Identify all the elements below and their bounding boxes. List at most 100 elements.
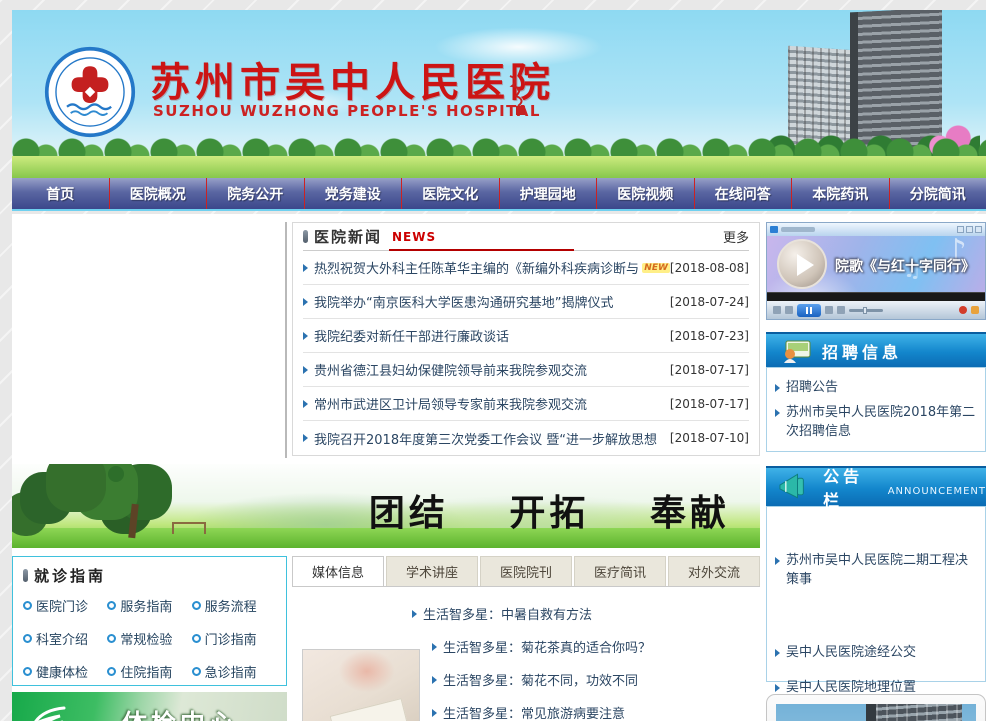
checkup-center-title: 体检中心 — [122, 704, 238, 721]
photo-slideshow-placeholder[interactable] — [12, 222, 287, 458]
bullet-arrow-icon — [775, 384, 780, 392]
player-status-strip — [767, 292, 985, 301]
recruitment-list: 招聘公告 苏州市吴中人民医院2018年第二次招聘信息 — [766, 367, 986, 452]
tab-bar: 媒体信息 学术讲座 医院院刊 医疗简讯 对外交流 — [292, 556, 760, 587]
playlist-icon[interactable] — [837, 306, 845, 314]
close-icon[interactable] — [975, 226, 982, 233]
news-item-row[interactable]: 我院举办“南京医科大学医患沟通研究基地”揭牌仪式 [2018-07-24] — [303, 285, 749, 319]
ring-bullet-icon — [23, 667, 32, 676]
news-more-link[interactable]: 更多 — [723, 227, 749, 246]
news-item-row[interactable]: 常州市武进区卫计局领导专家前来我院参观交流 [2018-07-17] — [303, 387, 749, 421]
news-item-title[interactable]: 贵州省德江县妇幼保健院领导前来我院参观交流 — [314, 360, 587, 379]
maximize-icon[interactable] — [966, 226, 973, 233]
guide-link-emergency-guide[interactable]: 急诊指南 — [192, 662, 276, 681]
site-header: 苏州市吴中人民医院 SUZHOU WUZHONG PEOPLE'S HOSPIT… — [12, 10, 986, 178]
play-triangle-icon — [797, 254, 814, 276]
news-item-title[interactable]: 我院纪委对新任干部进行廉政谈话 — [314, 326, 509, 345]
tab-medical-briefs[interactable]: 医疗简讯 — [574, 556, 666, 586]
recruitment-link[interactable]: 苏州市吴中人民医院2018年第二次招聘信息 — [775, 403, 977, 441]
previous-icon[interactable] — [785, 306, 793, 314]
nav-item-qa[interactable]: 在线问答 — [695, 178, 793, 209]
newspaper-graphic — [330, 698, 419, 721]
news-item-date: [2018-07-23] — [670, 329, 749, 343]
bullet-arrow-icon — [303, 400, 308, 408]
nav-item-nursing[interactable]: 护理园地 — [500, 178, 598, 209]
nav-item-videos[interactable]: 医院视频 — [597, 178, 695, 209]
announcement-link[interactable]: 吴中人民医院途经公交 — [775, 643, 977, 662]
page-background: 苏州市吴中人民医院 SUZHOU WUZHONG PEOPLE'S HOSPIT… — [0, 0, 986, 721]
news-item-date: [2018-07-17] — [670, 397, 749, 411]
news-item-date: [2018-07-10] — [670, 431, 749, 445]
minimize-icon[interactable] — [957, 226, 964, 233]
tab-media-info[interactable]: 媒体信息 — [292, 556, 384, 586]
news-item-title[interactable]: 我院举办“南京医科大学医患沟通研究基地”揭牌仪式 — [314, 292, 613, 311]
nav-item-party-building[interactable]: 党务建设 — [305, 178, 403, 209]
bottom-left-column: 就诊指南 医院门诊 服务指南 服务流程 科室介绍 常规检验 门诊指南 健康体检 … — [12, 556, 287, 721]
volume-slider[interactable] — [849, 309, 883, 312]
right-sidebar: ♪ ♫ 院歌《与红十字同行》 — [766, 222, 986, 721]
next-icon[interactable] — [825, 306, 833, 314]
slogan-text: 团结 开拓 奉献 — [12, 484, 730, 536]
article-link[interactable]: 生活智多星：中暑自救有方法 — [412, 597, 760, 630]
guide-link-inpatient-guide[interactable]: 住院指南 — [107, 662, 191, 681]
announcement-link[interactable]: 苏州市吴中人民医院二期工程决策事 — [775, 551, 977, 589]
bullet-arrow-icon — [412, 610, 417, 618]
news-item-date: [2018-07-24] — [670, 295, 749, 309]
hospital-intro-card[interactable]: 医院简介 — [766, 694, 986, 721]
capsule-bullet-icon — [303, 230, 308, 243]
settings-icon[interactable] — [971, 306, 979, 314]
tab-academic-lectures[interactable]: 学术讲座 — [386, 556, 478, 586]
volume-handle[interactable] — [863, 307, 867, 314]
tab-article-list: 生活智多星：中暑自救有方法 生活智多星：菊花茶真的适合你吗？ 生活智多星：菊花不… — [432, 597, 760, 721]
nav-item-branch-news[interactable]: 分院简讯 — [890, 178, 986, 209]
news-item-row[interactable]: 热烈祝贺大外科主任陈革华主编的《新编外科疾病诊断与治 NEW [2018-08-… — [303, 251, 749, 285]
guide-link-departments[interactable]: 科室介绍 — [23, 629, 107, 648]
nav-item-pharmacy-news[interactable]: 本院药讯 — [792, 178, 890, 209]
recruitment-link[interactable]: 招聘公告 — [775, 378, 977, 397]
bullet-arrow-icon — [303, 298, 308, 306]
bullet-arrow-icon — [775, 684, 780, 692]
calligraphy-signature — [504, 72, 530, 116]
stop-icon[interactable] — [773, 306, 781, 314]
guide-link-routine-tests[interactable]: 常规检验 — [107, 629, 191, 648]
nav-item-culture[interactable]: 医院文化 — [402, 178, 500, 209]
bullet-arrow-icon — [775, 409, 780, 417]
guide-link-service-guide[interactable]: 服务指南 — [107, 596, 191, 615]
news-item-title[interactable]: 常州市武进区卫计局领导专家前来我院参观交流 — [314, 394, 587, 413]
nav-item-home[interactable]: 首页 — [12, 178, 110, 209]
news-item-row[interactable]: 贵州省德江县妇幼保健院领导前来我院参观交流 [2018-07-17] — [303, 353, 749, 387]
pause-button[interactable] — [797, 304, 821, 317]
article-link[interactable]: 生活智多星：菊花不同，功效不同 — [432, 663, 760, 696]
news-item-title[interactable]: 热烈祝贺大外科主任陈革华主编的《新编外科疾病诊断与治 — [314, 258, 638, 277]
article-thumbnail-photo — [302, 649, 420, 721]
left-center-area: 医院新闻 NEWS 更多 热烈祝贺大外科主任陈革华主编的《新编外科疾病诊断与治 … — [12, 222, 760, 721]
news-red-underline — [389, 249, 574, 251]
hospital-news-panel: 医院新闻 NEWS 更多 热烈祝贺大外科主任陈革华主编的《新编外科疾病诊断与治 … — [292, 222, 760, 456]
site-title-english: SUZHOU WUZHONG PEOPLE'S HOSPITAL — [153, 102, 541, 120]
checkup-center-banner[interactable]: 体检中心 — [12, 692, 287, 721]
tab-external-exchange[interactable]: 对外交流 — [668, 556, 760, 586]
guide-link-outpatient[interactable]: 医院门诊 — [23, 596, 107, 615]
article-link[interactable]: 生活智多星：常见旅游病要注意 — [432, 696, 760, 721]
bullet-arrow-icon — [303, 264, 308, 272]
player-logo-icon — [770, 226, 778, 233]
record-icon[interactable] — [959, 306, 967, 314]
announcement-list: 苏州市吴中人民医院二期工程决策事 吴中人民医院途经公交 吴中人民医院地理位置 — [766, 506, 986, 682]
guide-link-service-flow[interactable]: 服务流程 — [192, 596, 276, 615]
news-item-row[interactable]: 我院纪委对新任干部进行廉政谈话 [2018-07-23] — [303, 319, 749, 353]
play-button[interactable] — [777, 239, 827, 289]
guide-link-health-checkup[interactable]: 健康体检 — [23, 662, 107, 681]
tab-hospital-journal[interactable]: 医院院刊 — [480, 556, 572, 586]
recruitment-header: 招聘信息 — [766, 332, 986, 367]
news-title: 医院新闻 — [314, 226, 382, 247]
news-item-row[interactable]: 我院召开2018年度第三次党委工作会议 暨“进一步解放思想 [2018-07-1… — [303, 421, 749, 455]
nav-item-overview[interactable]: 医院概况 — [110, 178, 208, 209]
ring-bullet-icon — [192, 667, 201, 676]
news-item-date: [2018-07-17] — [670, 363, 749, 377]
guide-link-outpatient-guide[interactable]: 门诊指南 — [192, 629, 276, 648]
article-link[interactable]: 生活智多星：菊花茶真的适合你吗？ — [432, 630, 760, 663]
news-item-title[interactable]: 我院召开2018年度第三次党委工作会议 暨“进一步解放思想 — [314, 429, 657, 448]
announcement-header: 公告栏 ANNOUNCEMENT — [766, 466, 986, 506]
visit-guide-title: 就诊指南 — [34, 565, 106, 586]
nav-item-open-affairs[interactable]: 院务公开 — [207, 178, 305, 209]
